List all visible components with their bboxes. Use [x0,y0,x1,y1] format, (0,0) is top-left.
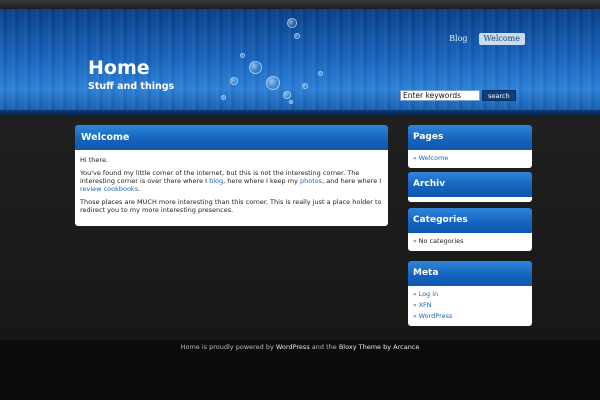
site-title[interactable]: Home [88,57,150,79]
page-link-welcome[interactable]: Welcome [419,154,449,162]
post-text: , and here where I [322,177,382,185]
post-text: , here where I keep my [223,177,300,185]
bubble-decoration [249,61,262,74]
categories-list: No categories [408,233,532,251]
widget-categories: Categories No categories [408,208,532,251]
list-item: XFN [413,300,527,311]
blog-link[interactable]: blog [209,177,223,185]
post-greeting: Hi there. [80,156,109,164]
main-nav: Blog Welcome [444,33,525,45]
search-input[interactable]: Enter keywords [400,90,480,101]
search-button[interactable]: search [482,90,516,101]
bubble-decoration [294,33,300,39]
site-footer: Home is proudly powered by WordPress and… [0,340,600,400]
widget-title: Meta [408,261,532,286]
widget-title: Pages [408,125,532,150]
login-link[interactable]: Log in [419,290,439,298]
top-bar [0,0,600,9]
post-title[interactable]: Welcome [75,125,388,150]
footer-theme-link[interactable]: Bloxy Theme by Arcance [339,343,420,351]
site-tagline: Stuff and things [88,81,175,92]
widget-archiv: Archiv [408,172,532,202]
bubble-decoration [287,18,297,28]
review-cookbooks-link[interactable]: review cookbooks [80,185,138,193]
bubble-decoration [318,71,323,76]
no-categories-text: No categories [418,237,464,245]
search-form: Enter keywords search [400,90,516,101]
bubble-decoration [240,53,245,58]
widget-meta: Meta Log in XFN WordPress [408,261,532,326]
pages-list: Welcome [408,150,532,168]
bubble-decoration [221,95,226,100]
list-item: Log in [413,289,527,300]
bubble-decoration [302,83,308,89]
xfn-link[interactable]: XFN [419,301,432,309]
post-body: Hi there. You've found my little corner … [75,150,388,226]
post-paragraph: Those places are MUCH more interesting t… [80,198,382,214]
list-item: WordPress [413,311,527,322]
widget-pages: Pages Welcome [408,125,532,168]
main-content: Welcome Hi there. You've found my little… [75,125,388,226]
post-text: . [138,185,141,193]
meta-list: Log in XFN WordPress [408,286,532,326]
site-header: Home Stuff and things Blog Welcome Enter… [0,9,600,116]
archiv-list [408,197,532,202]
photos-link[interactable]: photos [300,177,322,185]
footer-text: Home is proudly powered by [180,343,276,351]
wordpress-link[interactable]: WordPress [419,312,453,320]
list-item: No categories [413,236,527,247]
footer-text: and the [309,343,339,351]
bubble-decoration [283,91,291,99]
footer-wordpress-link[interactable]: WordPress [276,343,310,351]
widget-title: Archiv [408,172,532,197]
bubble-decoration [289,100,293,104]
post-paragraph: You've found my little corner of the int… [80,169,383,193]
nav-item-welcome[interactable]: Welcome [478,33,525,45]
bubble-decoration [266,76,280,90]
list-item: Welcome [413,153,527,164]
bubble-decoration [230,77,238,85]
nav-item-blog[interactable]: Blog [444,33,472,45]
footer-credits: Home is proudly powered by WordPress and… [0,343,600,351]
widget-title: Categories [408,208,532,233]
